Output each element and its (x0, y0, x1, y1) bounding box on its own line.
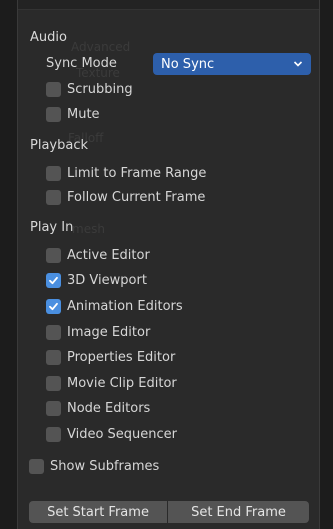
limit-to-frame-range-checkbox[interactable] (46, 165, 61, 181)
active-editor-label: Active Editor (67, 247, 150, 263)
checkmark-icon (49, 276, 58, 284)
play-in-item[interactable]: Animation Editors (46, 296, 183, 316)
checkmark-icon (49, 302, 58, 310)
follow-current-frame-label: Follow Current Frame (67, 189, 206, 205)
show-subframes-label: Show Subframes (50, 458, 160, 474)
properties-editor-label: Properties Editor (67, 349, 176, 365)
scrubbing-checkbox[interactable] (46, 81, 61, 97)
limit-to-frame-range-toggle[interactable]: Limit to Frame Range (46, 163, 206, 183)
video-sequencer-label: Video Sequencer (67, 426, 178, 442)
play-in-item[interactable]: Image Editor (46, 322, 150, 342)
scrubbing-label: Scrubbing (67, 81, 133, 97)
image-editor-label: Image Editor (67, 324, 151, 340)
animation-editors-checkbox[interactable] (46, 298, 61, 314)
image-editor-checkbox[interactable] (46, 324, 61, 340)
scrubbing-toggle[interactable]: Scrubbing (46, 79, 133, 99)
play-in-item[interactable]: Node Editors (46, 398, 150, 418)
play-in-item[interactable]: Video Sequencer (46, 424, 177, 444)
play-in-item[interactable]: Properties Editor (46, 347, 175, 367)
show-subframes-checkbox[interactable] (29, 458, 44, 474)
sync-mode-label: Sync Mode (46, 56, 117, 71)
mute-label: Mute (67, 106, 100, 122)
mute-toggle[interactable]: Mute (46, 104, 100, 124)
play-in-section-title: Play In (30, 220, 74, 235)
chevron-down-icon (293, 57, 303, 72)
sync-mode-value: No Sync (161, 56, 215, 72)
background-text: mesh (72, 222, 105, 236)
set-start-frame-button[interactable]: Set Start Frame (29, 501, 168, 523)
mute-checkbox[interactable] (46, 106, 61, 122)
3d-viewport-checkbox[interactable] (46, 272, 61, 288)
play-in-item[interactable]: Movie Clip Editor (46, 373, 177, 393)
sync-mode-dropdown[interactable]: No Sync (153, 53, 311, 75)
background-text: Advanced (71, 40, 131, 54)
video-sequencer-checkbox[interactable] (46, 426, 61, 442)
node-editors-checkbox[interactable] (46, 400, 61, 416)
active-editor-checkbox[interactable] (46, 247, 61, 263)
clipped-top-row (18, 0, 319, 10)
playback-section-title: Playback (30, 138, 89, 153)
follow-current-frame-toggle[interactable]: Follow Current Frame (46, 187, 205, 207)
follow-current-frame-checkbox[interactable] (46, 189, 61, 205)
properties-editor-checkbox[interactable] (46, 349, 61, 365)
movie-clip-editor-label: Movie Clip Editor (67, 375, 177, 391)
limit-to-frame-range-label: Limit to Frame Range (67, 165, 207, 181)
play-in-item[interactable]: 3D Viewport (46, 270, 147, 290)
play-in-item[interactable]: Active Editor (46, 245, 150, 265)
3d-viewport-label: 3D Viewport (67, 272, 147, 288)
set-end-frame-button[interactable]: Set End Frame (168, 501, 309, 523)
movie-clip-editor-checkbox[interactable] (46, 375, 61, 391)
audio-section-title: Audio (30, 30, 67, 45)
animation-editors-label: Animation Editors (67, 298, 183, 314)
playback-popover: Advanced Texture Falloff mesh Audio Sync… (17, 0, 320, 529)
node-editors-label: Node Editors (67, 400, 151, 416)
show-subframes-toggle[interactable]: Show Subframes (29, 456, 159, 476)
